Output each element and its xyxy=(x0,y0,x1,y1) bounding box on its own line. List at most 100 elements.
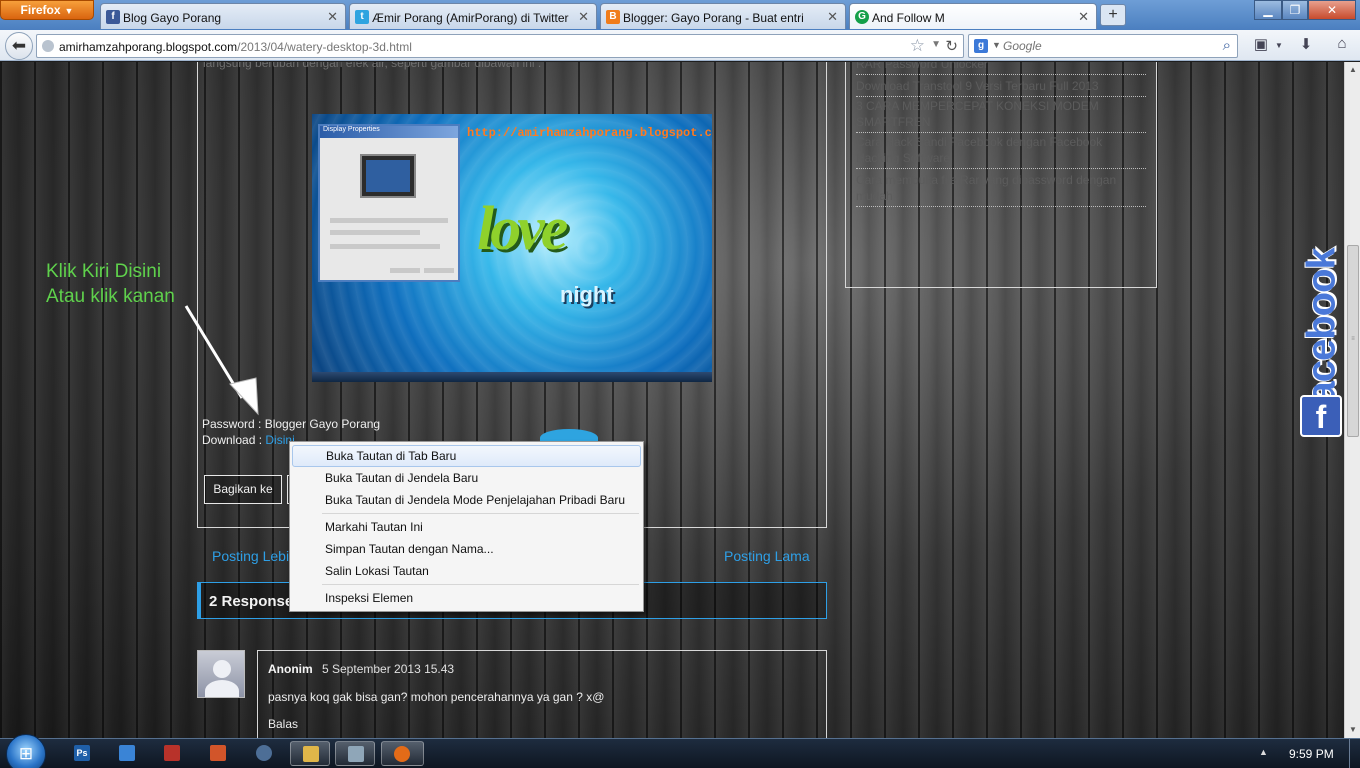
taskbar: ⊞ Ps ▲ 9:59 PM xyxy=(0,734,1360,768)
scroll-down-arrow-icon[interactable]: ▼ xyxy=(1345,722,1360,738)
menu-item-save-link-as[interactable]: Simpan Tautan dengan Nama... xyxy=(292,538,641,560)
grammarly-icon: G xyxy=(855,10,869,24)
monitor-icon xyxy=(360,154,416,198)
password-value: Blogger Gayo Porang xyxy=(264,417,381,431)
share-button[interactable]: Bagikan ke xyxy=(204,475,282,504)
image-watermark-url: http://amirhamzahporang.blogspot.com/ xyxy=(467,126,712,140)
web-page: langsung berubah dengan efek air, sepert… xyxy=(0,62,1344,738)
tab-bar: Firefox ▼ f Blog Gayo Porang ✕ t Æmir Por… xyxy=(0,0,1360,30)
older-posts-link[interactable]: Posting Lama xyxy=(724,548,810,564)
new-tab-button[interactable]: + xyxy=(1100,4,1126,26)
start-button[interactable]: ⊞ xyxy=(6,734,46,768)
facebook-icon: f xyxy=(106,10,120,24)
bookmark-star-icon[interactable]: ☆ xyxy=(910,36,925,56)
tray-expand-icon[interactable]: ▲ xyxy=(1259,747,1268,757)
tab-and-follow-me[interactable]: G And Follow M ✕ xyxy=(849,3,1097,29)
taskbar-app-firefox[interactable] xyxy=(381,741,424,766)
context-menu: Buka Tautan di Tab Baru Buka Tautan di J… xyxy=(289,441,644,612)
tab-blogger[interactable]: B Blogger: Gayo Porang - Buat entri ✕ xyxy=(600,3,846,29)
back-button[interactable]: ⬅ xyxy=(5,32,33,60)
firefox-icon xyxy=(394,746,410,762)
taskbar-app-book[interactable] xyxy=(152,741,192,766)
scroll-thumb[interactable]: ≡ xyxy=(1347,245,1359,437)
chevron-down-icon[interactable]: ▼ xyxy=(931,39,941,50)
taskbar-app-notebook[interactable] xyxy=(107,741,147,766)
url-text[interactable]: amirhamzahporang.blogspot.com/2013/04/wa… xyxy=(59,40,412,54)
clock[interactable]: 9:59 PM xyxy=(1289,747,1334,761)
scrollbar[interactable]: ▲ ≡ ▼ xyxy=(1344,62,1360,738)
menu-item-open-new-tab[interactable]: Buka Tautan di Tab Baru xyxy=(292,445,641,467)
comment-author[interactable]: Anonim xyxy=(268,662,313,676)
globe-icon xyxy=(42,40,54,52)
tab-title: Blogger: Gayo Porang - Buat entri xyxy=(623,11,804,25)
sidebar-post-link[interactable]: Cara membuka file Rar yang dipassword de… xyxy=(856,172,1146,207)
minimize-button[interactable]: ▁ xyxy=(1254,0,1282,20)
sidebar-post-link[interactable]: Download Transtool 9 Versi Terbaru Full … xyxy=(856,78,1146,97)
scroll-up-arrow-icon[interactable]: ▲ xyxy=(1345,62,1360,78)
chevron-down-icon[interactable]: ▼ xyxy=(992,40,1001,50)
avatar-head xyxy=(213,660,231,678)
taskbar-app-folder[interactable] xyxy=(290,741,330,766)
menu-item-open-private-window[interactable]: Buka Tautan di Jendela Mode Penjelajahan… xyxy=(292,489,641,511)
sidebar-post-link[interactable]: RAR Password Unlocker xyxy=(856,62,1146,75)
chevron-down-icon[interactable]: ▼ xyxy=(1268,41,1290,61)
google-icon[interactable]: g xyxy=(974,39,988,53)
arrow-left-icon: ⬅ xyxy=(11,36,27,55)
sidebar-post-link[interactable]: Cara Hack Sandi Facebook dengan Facebook… xyxy=(856,134,1146,169)
close-icon[interactable]: ✕ xyxy=(1078,9,1089,25)
reload-icon[interactable]: ↻ xyxy=(945,37,958,55)
chevron-down-icon: ▼ xyxy=(64,6,74,16)
folder-icon xyxy=(303,746,319,762)
notepad-icon xyxy=(348,746,364,762)
post-image[interactable]: Display Properties http://amirhamzahpora… xyxy=(312,114,712,382)
show-desktop-button[interactable] xyxy=(1349,739,1360,768)
address-bar[interactable]: amirhamzahporang.blogspot.com/2013/04/wa… xyxy=(36,34,964,58)
sidebar-popular-posts: RAR Password Unlocker Download Transtool… xyxy=(845,62,1157,288)
book-icon xyxy=(164,745,180,761)
dialog-button xyxy=(424,268,454,273)
dialog-button xyxy=(390,268,420,273)
menu-item-copy-link-location[interactable]: Salin Lokasi Tautan xyxy=(292,560,641,582)
restore-button[interactable]: ❐ xyxy=(1282,0,1308,20)
menu-item-bookmark-link[interactable]: Markahi Tautan Ini xyxy=(292,516,641,538)
monitor-screen xyxy=(366,160,410,192)
taskbar-app-media-player[interactable] xyxy=(244,741,284,766)
download-line: Download : Disini xyxy=(202,433,295,447)
close-icon[interactable]: ✕ xyxy=(327,9,338,25)
arrow-annotation-icon xyxy=(184,305,259,416)
dialog-field xyxy=(330,218,448,223)
search-input[interactable] xyxy=(1003,37,1213,55)
menu-item-inspect-element[interactable]: Inspeksi Elemen xyxy=(292,587,641,609)
firefox-menu-button[interactable]: Firefox ▼ xyxy=(0,0,94,20)
close-window-button[interactable]: ✕ xyxy=(1308,0,1356,20)
annotation-text: Klik Kiri Disini xyxy=(46,261,162,282)
facebook-icon[interactable]: f xyxy=(1300,395,1342,437)
home-icon[interactable]: ⌂ xyxy=(1331,35,1353,55)
taskbar-app-notepad[interactable] xyxy=(335,741,375,766)
dialog-field xyxy=(330,230,420,235)
password-line: Password : Blogger Gayo Porang xyxy=(202,417,380,431)
close-icon[interactable]: ✕ xyxy=(827,9,838,25)
menu-separator xyxy=(322,584,639,585)
menu-item-open-new-window[interactable]: Buka Tautan di Jendela Baru xyxy=(292,467,641,489)
search-icon[interactable]: ⌕ xyxy=(1223,37,1231,54)
tab-title: Blog Gayo Porang xyxy=(123,11,222,25)
facebook-badge[interactable]: facebook xyxy=(1300,248,1345,416)
close-icon[interactable]: ✕ xyxy=(578,9,589,25)
post-intro-text: langsung berubah dengan efek air, sepert… xyxy=(203,62,542,70)
taskbar-app-photoshop[interactable]: Ps xyxy=(62,741,102,766)
sidebar-post-link[interactable]: 3 CARA MEMPERCEPAT KONEKSI MODEM SMARTFR… xyxy=(856,98,1146,133)
tab-twitter[interactable]: t Æmir Porang (AmirPorang) di Twitter ✕ xyxy=(349,3,597,29)
night-artwork-text: night xyxy=(560,282,614,307)
grip-icon: ≡ xyxy=(1351,336,1355,342)
windows-logo-icon: ⊞ xyxy=(18,744,34,763)
tab-blog-gayo-porang[interactable]: f Blog Gayo Porang ✕ xyxy=(100,3,346,29)
reply-link[interactable]: Balas xyxy=(268,717,298,731)
comment-date[interactable]: 5 September 2013 15.43 xyxy=(322,662,454,676)
download-icon[interactable]: ⬇ xyxy=(1295,35,1317,55)
reader-icon xyxy=(210,745,226,761)
tab-title: And Follow M xyxy=(872,11,945,25)
taskbar-app-reader[interactable] xyxy=(198,741,238,766)
blogger-icon: B xyxy=(606,10,620,24)
tab-title: Æmir Porang (AmirPorang) di Twitter xyxy=(372,11,569,25)
